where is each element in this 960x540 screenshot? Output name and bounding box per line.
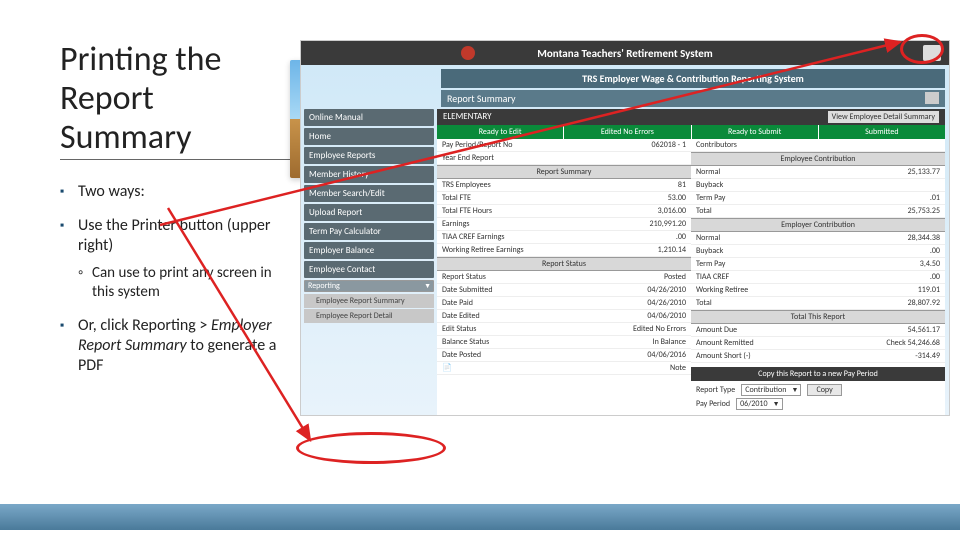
app-title: Montana Teachers' Retirement System [537, 47, 712, 60]
employee-contrib-hdr: Employee Contribution [691, 152, 945, 166]
left-data-col: Pay Period/Report No062018 - 1 Year End … [437, 139, 691, 415]
app-subtitle: TRS Employer Wage & Contribution Reporti… [441, 69, 945, 88]
main-panel: ELEMENTARY View Employee Detail Summary … [437, 109, 945, 415]
nav-reporting[interactable]: Reporting [304, 280, 434, 292]
report-type-select[interactable]: Contribution [741, 384, 801, 396]
bullet-list: Two ways: Use the Printer button (upper … [60, 182, 292, 376]
nav-upload-report[interactable]: Upload Report [304, 204, 434, 221]
tab-edited-no-errors[interactable]: Edited No Errors [564, 125, 691, 139]
sidebar: Online Manual Home Employee Reports Memb… [301, 109, 437, 415]
nav-member-history[interactable]: Member History [304, 166, 434, 183]
nav-employee-contact[interactable]: Employee Contact [304, 261, 434, 278]
pay-period-select[interactable]: 06/2010 [736, 398, 782, 410]
bullet-2-sub: Can use to print any screen in this syst… [78, 264, 292, 302]
nav-online-manual[interactable]: Online Manual [304, 109, 434, 126]
report-type-label: Report Type [696, 385, 735, 395]
copy-report-header: Copy this Report to a new Pay Period [691, 367, 945, 381]
app-topbar: Montana Teachers' Retirement System [301, 41, 949, 65]
printer-icon[interactable] [923, 45, 941, 61]
copy-button[interactable]: Copy [807, 384, 841, 396]
back-icon[interactable] [925, 92, 939, 104]
slide-title: Printing the Report Summary [60, 40, 292, 160]
annotation-circle-reporting [296, 432, 446, 464]
nav-member-search[interactable]: Member Search/Edit [304, 185, 434, 202]
right-data-col: Contributors Employee Contribution Norma… [691, 139, 945, 415]
nav-sub-report-summary[interactable]: Employee Report Summary [304, 294, 434, 308]
bullet-3: Or, click Reporting > Employer Report Su… [60, 316, 292, 376]
nav-home[interactable]: Home [304, 128, 434, 145]
tab-submitted[interactable]: Submitted [819, 125, 945, 139]
nav-term-pay[interactable]: Term Pay Calculator [304, 223, 434, 240]
nav-employee-reports[interactable]: Employee Reports [304, 147, 434, 164]
nav-sub-report-detail[interactable]: Employee Report Detail [304, 309, 434, 323]
bullet-2: Use the Printer button (upper right) Can… [60, 216, 292, 302]
app-screenshot: Montana Teachers' Retirement System TRS … [300, 40, 950, 416]
apple-icon [461, 46, 475, 60]
report-summary-hdr: Report Summary [437, 165, 691, 179]
nav-employer-balance[interactable]: Employer Balance [304, 242, 434, 259]
total-report-hdr: Total This Report [691, 310, 945, 324]
status-tabs: Ready to Edit Edited No Errors Ready to … [437, 125, 945, 139]
copy-form: Report Type Contribution Copy Pay Period… [691, 381, 945, 415]
bullet-1: Two ways: [60, 182, 292, 202]
page-heading-bar: Report Summary [441, 90, 945, 107]
tab-ready-edit[interactable]: Ready to Edit [437, 125, 564, 139]
school-header: ELEMENTARY View Employee Detail Summary [437, 109, 945, 125]
tab-ready-submit[interactable]: Ready to Submit [692, 125, 819, 139]
slide-footer-bar [0, 504, 960, 530]
view-detail-button[interactable]: View Employee Detail Summary [828, 111, 939, 123]
note-icon[interactable]: 📄 [442, 363, 452, 373]
report-status-hdr: Report Status [437, 257, 691, 271]
employer-contrib-hdr: Employer Contribution [691, 218, 945, 232]
pay-period-label: Pay Period [696, 399, 730, 409]
